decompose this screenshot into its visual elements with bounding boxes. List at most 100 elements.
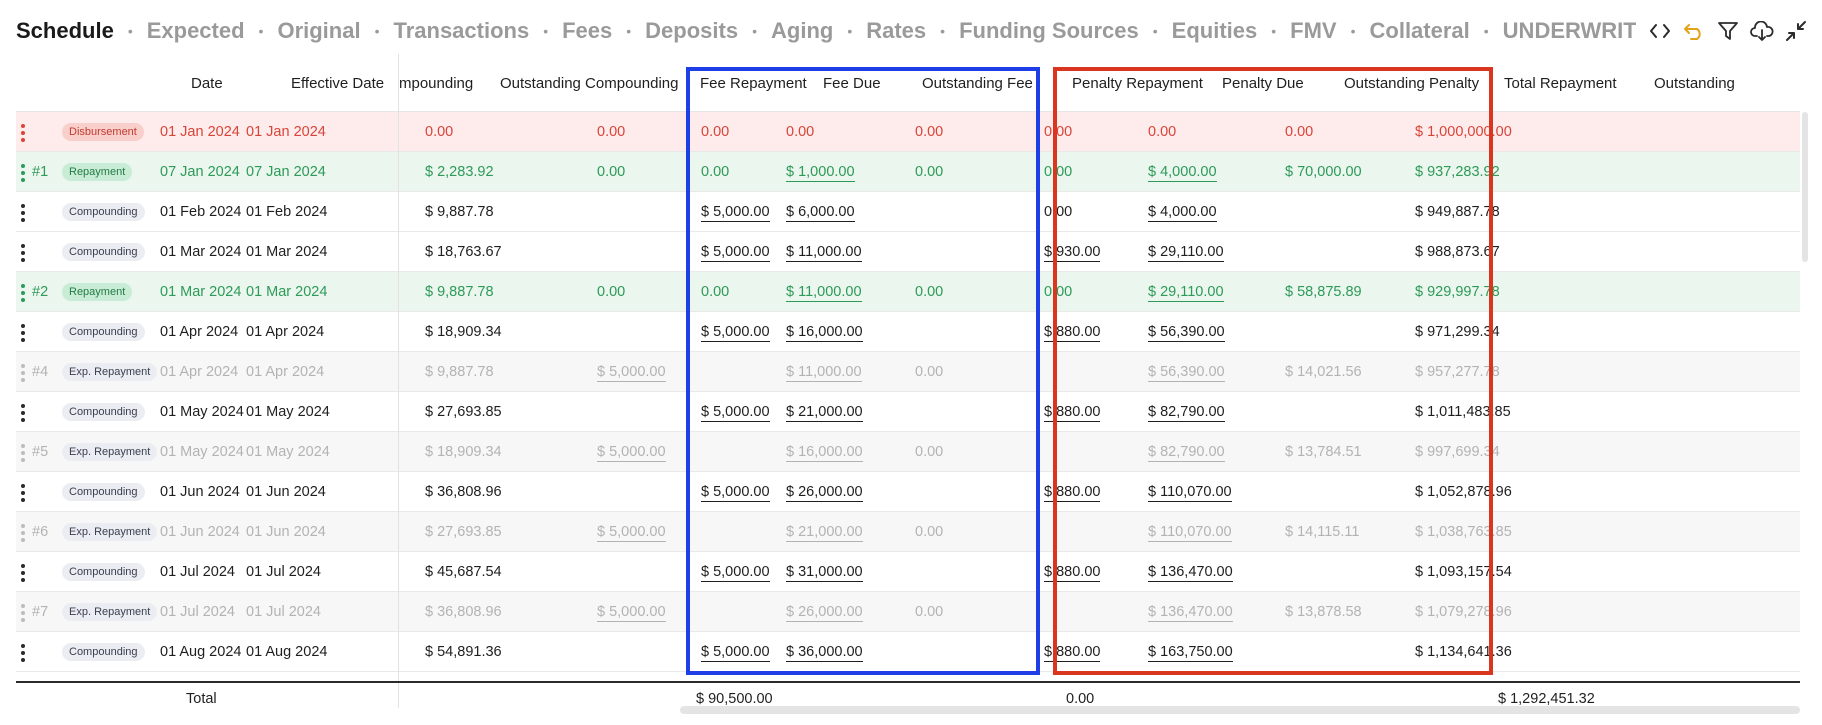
row-menu-icon[interactable] xyxy=(20,404,26,422)
cell-fee-due-link[interactable]: $ 5,000.00 xyxy=(701,564,770,582)
row-menu-icon[interactable] xyxy=(20,284,26,302)
cell-outstanding-penalty-link[interactable]: $ 110,070.00 xyxy=(1148,524,1232,542)
cell-penalty-due-link[interactable]: $ 880.00 xyxy=(1044,324,1101,342)
col-header-outstanding-compounding[interactable]: Outstanding Compounding xyxy=(500,56,696,112)
table-row[interactable]: #1 Repayment 07 Jan 2024 07 Jan 2024 $ 2,283… xyxy=(16,152,1800,192)
cell-penalty-due-link[interactable]: $ 880.00 xyxy=(1044,564,1101,582)
cell-fee-repayment-link[interactable]: $ 5,000.00 xyxy=(597,364,666,382)
cell-outstanding-penalty-link[interactable]: $ 82,790.00 xyxy=(1148,444,1225,462)
row-menu-icon[interactable] xyxy=(20,364,26,382)
cell-outstanding-fee-link[interactable]: $ 26,000.00 xyxy=(786,484,863,502)
row-menu-icon[interactable] xyxy=(20,164,26,182)
cell-outstanding-fee-link[interactable]: $ 21,000.00 xyxy=(786,404,863,422)
cell-outstanding-penalty-link[interactable]: $ 4,000.00 xyxy=(1148,164,1217,182)
cell-outstanding-penalty-link[interactable]: $ 4,000.00 xyxy=(1148,204,1217,222)
cell-fee-due-link[interactable]: $ 5,000.00 xyxy=(701,404,770,422)
cell-outstanding-penalty-link[interactable]: $ 163,750.00 xyxy=(1148,644,1233,662)
tab-rates[interactable]: Rates xyxy=(866,18,926,44)
table-row[interactable]: #5 Exp. Repayment 01 May 2024 01 May 2024 $ … xyxy=(16,432,1800,472)
row-menu-icon[interactable] xyxy=(20,324,26,342)
cell-outstanding-fee-link[interactable]: $ 16,000.00 xyxy=(786,444,863,462)
collapse-icon[interactable] xyxy=(1784,19,1808,43)
col-header-fee-due[interactable]: Fee Due xyxy=(823,56,881,112)
col-header-penalty-repayment[interactable]: Penalty Repayment xyxy=(1072,56,1203,112)
col-header-compounding[interactable]: mpounding xyxy=(399,56,489,112)
table-row[interactable]: Compounding 01 Jul 2024 01 Jul 2024 $ 45,68… xyxy=(16,552,1800,592)
table-row[interactable]: Compounding 01 Feb 2024 01 Feb 2024 $ 9,887… xyxy=(16,192,1800,232)
filter-icon[interactable] xyxy=(1716,19,1740,43)
cell-outstanding-fee-link[interactable]: $ 11,000.00 xyxy=(786,284,862,302)
table-row[interactable]: Compounding 01 Jun 2024 01 Jun 2024 $ 36,80… xyxy=(16,472,1800,512)
row-menu-icon[interactable] xyxy=(20,524,26,542)
cell-fee-due-link[interactable]: $ 5,000.00 xyxy=(701,244,770,262)
cell-outstanding-fee-link[interactable]: $ 31,000.00 xyxy=(786,564,863,582)
table-row[interactable]: Compounding 01 Aug 2024 01 Aug 2024 $ 54,89… xyxy=(16,632,1800,672)
cell-penalty-due-link[interactable]: $ 930.00 xyxy=(1044,244,1101,262)
cell-outstanding-fee-link[interactable]: $ 36,000.00 xyxy=(786,644,863,662)
col-header-outstanding-penalty[interactable]: Outstanding Penalty xyxy=(1344,56,1479,112)
col-header-outstanding[interactable]: Outstanding xyxy=(1654,56,1735,112)
tab-fees[interactable]: Fees xyxy=(562,18,612,44)
cell-penalty-due-link[interactable]: $ 880.00 xyxy=(1044,404,1101,422)
col-header-total-repayment[interactable]: Total Repayment xyxy=(1504,56,1617,112)
row-menu-icon[interactable] xyxy=(20,484,26,502)
code-icon[interactable] xyxy=(1648,19,1672,43)
cell-outstanding-penalty-link[interactable]: $ 82,790.00 xyxy=(1148,404,1225,422)
cell-fee-due-link[interactable]: $ 5,000.00 xyxy=(701,484,770,502)
tab-expected[interactable]: Expected xyxy=(147,18,245,44)
cell-outstanding-fee-link[interactable]: $ 11,000.00 xyxy=(786,364,862,382)
tab-underwritii[interactable]: UNDERWRITII xyxy=(1503,18,1636,44)
table-row[interactable]: Compounding 01 Mar 2024 01 Mar 2024 $ 18,76… xyxy=(16,232,1800,272)
cell-outstanding-fee-link[interactable]: $ 11,000.00 xyxy=(786,244,862,262)
table-row[interactable]: Compounding 01 May 2024 01 May 2024 $ 27,69… xyxy=(16,392,1800,432)
tab-equities[interactable]: Equities xyxy=(1172,18,1258,44)
cell-outstanding-penalty-link[interactable]: $ 29,110.00 xyxy=(1148,244,1224,262)
cell-fee-repayment-link[interactable]: $ 5,000.00 xyxy=(597,604,666,622)
col-header-penalty-due[interactable]: Penalty Due xyxy=(1222,56,1304,112)
cell-outstanding-penalty-link[interactable]: $ 110,070.00 xyxy=(1148,484,1232,502)
cell-penalty-due-link[interactable]: $ 880.00 xyxy=(1044,644,1101,662)
table-row[interactable]: Disbursement 01 Jan 2024 01 Jan 2024 0.00 0.… xyxy=(16,112,1800,152)
col-header-effective-date[interactable]: Effective Date xyxy=(291,56,384,112)
cell-outstanding-fee-link[interactable]: $ 6,000.00 xyxy=(786,204,855,222)
horizontal-scrollbar[interactable] xyxy=(680,706,1800,714)
tab-original[interactable]: Original xyxy=(277,18,360,44)
cell-fee-due-link[interactable]: $ 5,000.00 xyxy=(701,644,770,662)
row-menu-icon[interactable] xyxy=(20,444,26,462)
col-header-outstanding-fee[interactable]: Outstanding Fee xyxy=(922,56,1033,112)
row-menu-icon[interactable] xyxy=(20,644,26,662)
cell-outstanding-fee-link[interactable]: $ 26,000.00 xyxy=(786,604,863,622)
row-menu-icon[interactable] xyxy=(20,564,26,582)
row-menu-icon[interactable] xyxy=(20,204,26,222)
cell-fee-due-link[interactable]: $ 5,000.00 xyxy=(701,204,770,222)
cell-outstanding-fee-link[interactable]: $ 16,000.00 xyxy=(786,324,863,342)
tab-schedule[interactable]: Schedule xyxy=(16,18,114,44)
table-row[interactable]: #2 Repayment 01 Mar 2024 01 Mar 2024 $ 9,887… xyxy=(16,272,1800,312)
cell-outstanding-penalty-link[interactable]: $ 29,110.00 xyxy=(1148,284,1224,302)
cell-outstanding-penalty-link[interactable]: $ 136,470.00 xyxy=(1148,564,1233,582)
table-row[interactable]: #7 Exp. Repayment 01 Jul 2024 01 Jul 2024 $ … xyxy=(16,592,1800,632)
row-menu-icon[interactable] xyxy=(20,244,26,262)
table-row[interactable]: #6 Exp. Repayment 01 Jun 2024 01 Jun 2024 $ … xyxy=(16,512,1800,552)
cell-outstanding-fee-link[interactable]: $ 1,000.00 xyxy=(786,164,855,182)
row-menu-icon[interactable] xyxy=(20,124,26,142)
tab-transactions[interactable]: Transactions xyxy=(393,18,529,44)
tab-collateral[interactable]: Collateral xyxy=(1370,18,1470,44)
cell-fee-repayment-link[interactable]: $ 5,000.00 xyxy=(597,444,666,462)
undo-icon[interactable] xyxy=(1682,19,1706,43)
cell-outstanding-penalty-link[interactable]: $ 56,390.00 xyxy=(1148,364,1225,382)
row-menu-icon[interactable] xyxy=(20,604,26,622)
col-header-date[interactable]: Date xyxy=(191,56,223,112)
cloud-download-icon[interactable] xyxy=(1750,19,1774,43)
cell-fee-due-link[interactable]: $ 5,000.00 xyxy=(701,324,770,342)
tab-fmv[interactable]: FMV xyxy=(1290,18,1336,44)
col-header-fee-repayment[interactable]: Fee Repayment xyxy=(700,56,807,112)
vertical-scrollbar[interactable] xyxy=(1802,112,1808,262)
cell-outstanding-fee-link[interactable]: $ 21,000.00 xyxy=(786,524,863,542)
tab-aging[interactable]: Aging xyxy=(771,18,833,44)
cell-fee-repayment-link[interactable]: $ 5,000.00 xyxy=(597,524,666,542)
cell-penalty-due-link[interactable]: $ 880.00 xyxy=(1044,484,1101,502)
cell-outstanding-penalty-link[interactable]: $ 136,470.00 xyxy=(1148,604,1233,622)
tab-deposits[interactable]: Deposits xyxy=(645,18,738,44)
tab-funding-sources[interactable]: Funding Sources xyxy=(959,18,1139,44)
